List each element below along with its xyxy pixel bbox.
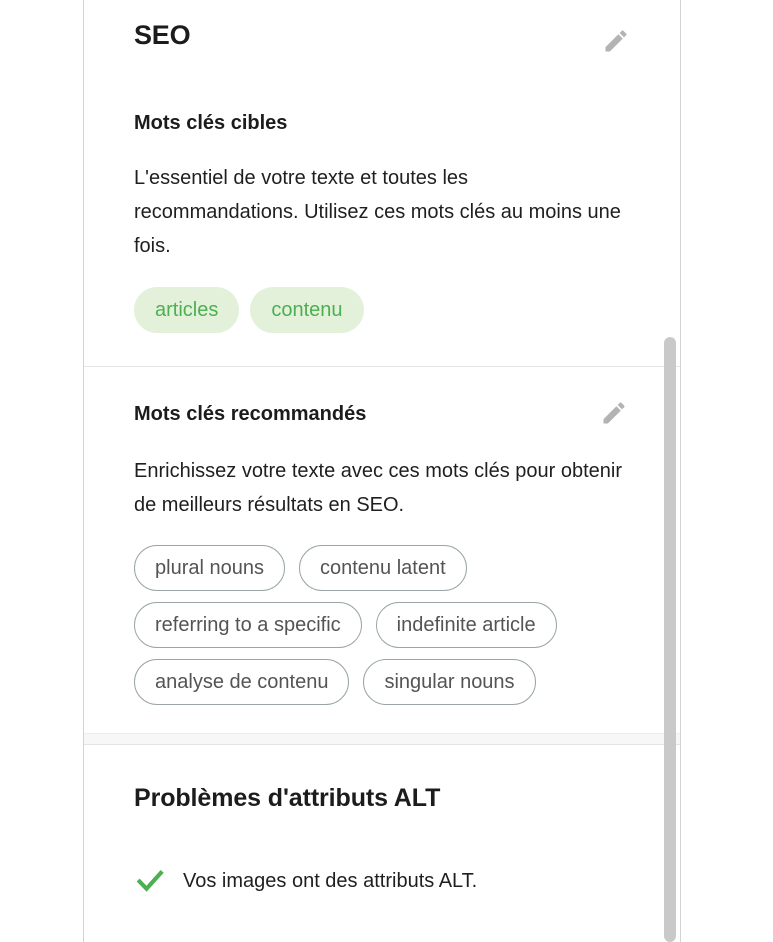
seo-panel: SEO Mots clés cibles L'essentiel de votr… bbox=[83, 0, 681, 942]
seo-panel-content: SEO Mots clés cibles L'essentiel de votr… bbox=[84, 0, 680, 942]
keyword-tag[interactable]: contenu bbox=[250, 287, 364, 333]
check-icon bbox=[134, 865, 166, 897]
recommended-keyword-pill[interactable]: plural nouns bbox=[134, 545, 285, 591]
recommended-keyword-pill[interactable]: singular nouns bbox=[363, 659, 536, 705]
panel-scrollbar[interactable] bbox=[664, 0, 676, 942]
pencil-icon[interactable] bbox=[602, 27, 630, 55]
page-title: SEO bbox=[134, 20, 191, 50]
recommended-keywords-heading: Mots clés recommandés bbox=[134, 403, 367, 425]
keyword-tag[interactable]: articles bbox=[134, 287, 240, 333]
seo-panel-header: SEO bbox=[134, 20, 630, 55]
target-keywords-heading: Mots clés cibles bbox=[134, 112, 288, 134]
target-keywords-description: L'essentiel de votre texte et toutes les… bbox=[134, 167, 621, 257]
recommended-keywords-description: Enrichissez votre texte avec ces mots cl… bbox=[134, 460, 622, 516]
recommended-keyword-pill[interactable]: analyse de contenu bbox=[134, 659, 350, 705]
alt-attributes-heading: Problèmes d'attributs ALT bbox=[134, 784, 441, 812]
target-keywords-section: SEO Mots clés cibles L'essentiel de votr… bbox=[84, 0, 680, 333]
alt-attributes-section: Problèmes d'attributs ALT Vos images ont… bbox=[84, 745, 680, 897]
target-keywords-tag-list: articles contenu bbox=[134, 287, 630, 333]
alt-attributes-item-label: Vos images ont des attributs ALT. bbox=[183, 870, 478, 892]
pencil-icon[interactable] bbox=[600, 399, 628, 427]
recommended-keyword-pill[interactable]: referring to a specific bbox=[134, 602, 362, 648]
recommended-keyword-pill[interactable]: indefinite article bbox=[375, 602, 557, 648]
recommended-keyword-pill[interactable]: contenu latent bbox=[298, 545, 467, 591]
scrollbar-thumb[interactable] bbox=[664, 337, 676, 942]
recommended-keywords-section: Mots clés recommandés Enrichissez votre … bbox=[84, 367, 680, 705]
section-band-separator bbox=[84, 733, 680, 745]
recommended-keywords-header: Mots clés recommandés bbox=[134, 402, 630, 427]
recommended-keywords-pill-list: plural nouns contenu latent referring to… bbox=[134, 545, 630, 705]
alt-attributes-item: Vos images ont des attributs ALT. bbox=[134, 865, 630, 897]
page-canvas: SEO Mots clés cibles L'essentiel de votr… bbox=[0, 0, 773, 942]
